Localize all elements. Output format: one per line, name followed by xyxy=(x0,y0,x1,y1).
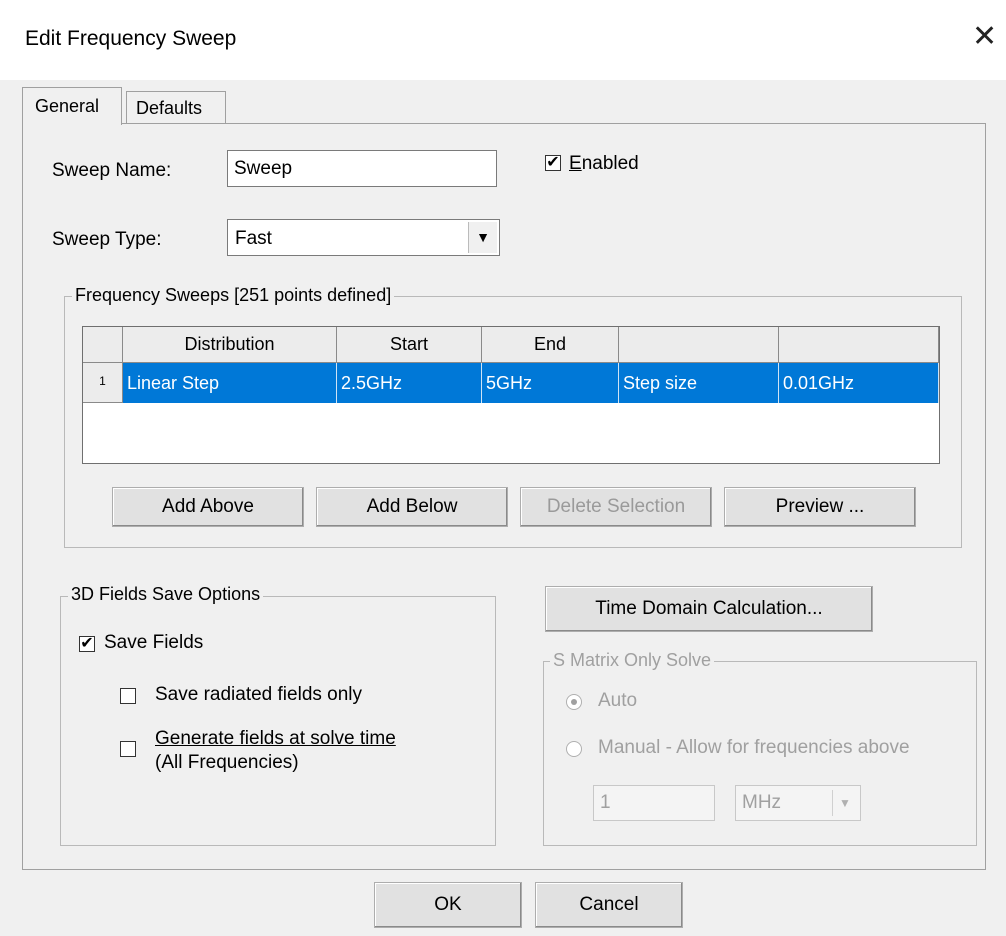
enabled-label: Enabled xyxy=(569,153,639,174)
tab-defaults[interactable]: Defaults xyxy=(126,91,226,124)
auto-label: Auto xyxy=(598,690,638,711)
save-fields-label: Save Fields xyxy=(104,632,204,653)
radio-dot xyxy=(571,699,577,705)
ok-button[interactable]: OK xyxy=(374,882,522,928)
column-header-type[interactable] xyxy=(619,327,779,363)
save-radiated-checkbox[interactable] xyxy=(120,688,136,704)
tab-defaults-label: Defaults xyxy=(136,98,203,118)
cell-start[interactable]: 2.5GHz xyxy=(337,363,482,403)
fields-save-title: 3D Fields Save Options xyxy=(68,584,264,605)
chevron-down-icon[interactable]: ▼ xyxy=(832,790,857,816)
table-corner xyxy=(83,327,123,363)
generate-fields-label-line2: (All Frequencies) xyxy=(155,752,299,773)
column-header-value[interactable] xyxy=(779,327,939,363)
generate-fields-label-line1: Generate fields at solve time xyxy=(155,728,396,750)
tab-general[interactable]: General xyxy=(22,87,122,125)
frequency-sweeps-title: Frequency Sweeps [251 points defined] xyxy=(72,285,395,306)
time-domain-calculation-label: Time Domain Calculation... xyxy=(595,598,823,619)
sweep-type-select[interactable]: Fast ▼ xyxy=(227,219,500,256)
add-above-button[interactable]: Add Above xyxy=(112,487,304,527)
preview-button[interactable]: Preview ... xyxy=(724,487,916,527)
frequency-unit-value: MHz xyxy=(742,792,782,813)
frequency-unit-select[interactable]: MHz ▼ xyxy=(735,785,861,821)
s-matrix-title: S Matrix Only Solve xyxy=(550,650,715,671)
tab-general-label: General xyxy=(35,96,100,116)
frequency-value-input[interactable]: 1 xyxy=(593,785,715,821)
generate-fields-label-text: Generate fields at solve time xyxy=(155,728,396,749)
delete-selection-button[interactable]: Delete Selection xyxy=(520,487,712,527)
sweep-table[interactable]: Distribution Start End 1 Linear Step 2.5… xyxy=(82,326,940,464)
generate-fields-checkbox[interactable] xyxy=(120,741,136,757)
sweep-name-label: Sweep Name: xyxy=(52,160,172,181)
frequency-value-text: 1 xyxy=(600,792,611,813)
chevron-down-icon[interactable]: ▼ xyxy=(468,222,497,253)
sweep-name-input[interactable] xyxy=(227,150,497,187)
sweep-type-label: Sweep Type: xyxy=(52,229,162,250)
save-fields-checkbox[interactable]: ✔ xyxy=(79,636,95,652)
add-below-button[interactable]: Add Below xyxy=(316,487,508,527)
column-header-end[interactable]: End xyxy=(482,327,619,363)
close-icon[interactable]: ✕ xyxy=(972,22,997,52)
manual-radio[interactable] xyxy=(566,741,582,757)
save-radiated-label: Save radiated fields only xyxy=(155,684,363,705)
manual-label: Manual - Allow for frequencies above xyxy=(598,737,910,758)
cell-distribution[interactable]: Linear Step xyxy=(123,363,337,403)
cell-end[interactable]: 5GHz xyxy=(482,363,619,403)
row-index[interactable]: 1 xyxy=(83,363,123,403)
window-title: Edit Frequency Sweep xyxy=(25,27,237,50)
cell-step-value[interactable]: 0.01GHz xyxy=(779,363,939,403)
column-header-distribution[interactable]: Distribution xyxy=(123,327,337,363)
cell-step-type[interactable]: Step size xyxy=(619,363,779,403)
column-header-start[interactable]: Start xyxy=(337,327,482,363)
sweep-type-value: Fast xyxy=(235,228,272,249)
auto-radio[interactable] xyxy=(566,694,582,710)
enabled-checkbox[interactable]: ✔ xyxy=(545,155,561,171)
time-domain-calculation-button[interactable]: Time Domain Calculation... xyxy=(545,586,873,632)
cancel-button[interactable]: Cancel xyxy=(535,882,683,928)
